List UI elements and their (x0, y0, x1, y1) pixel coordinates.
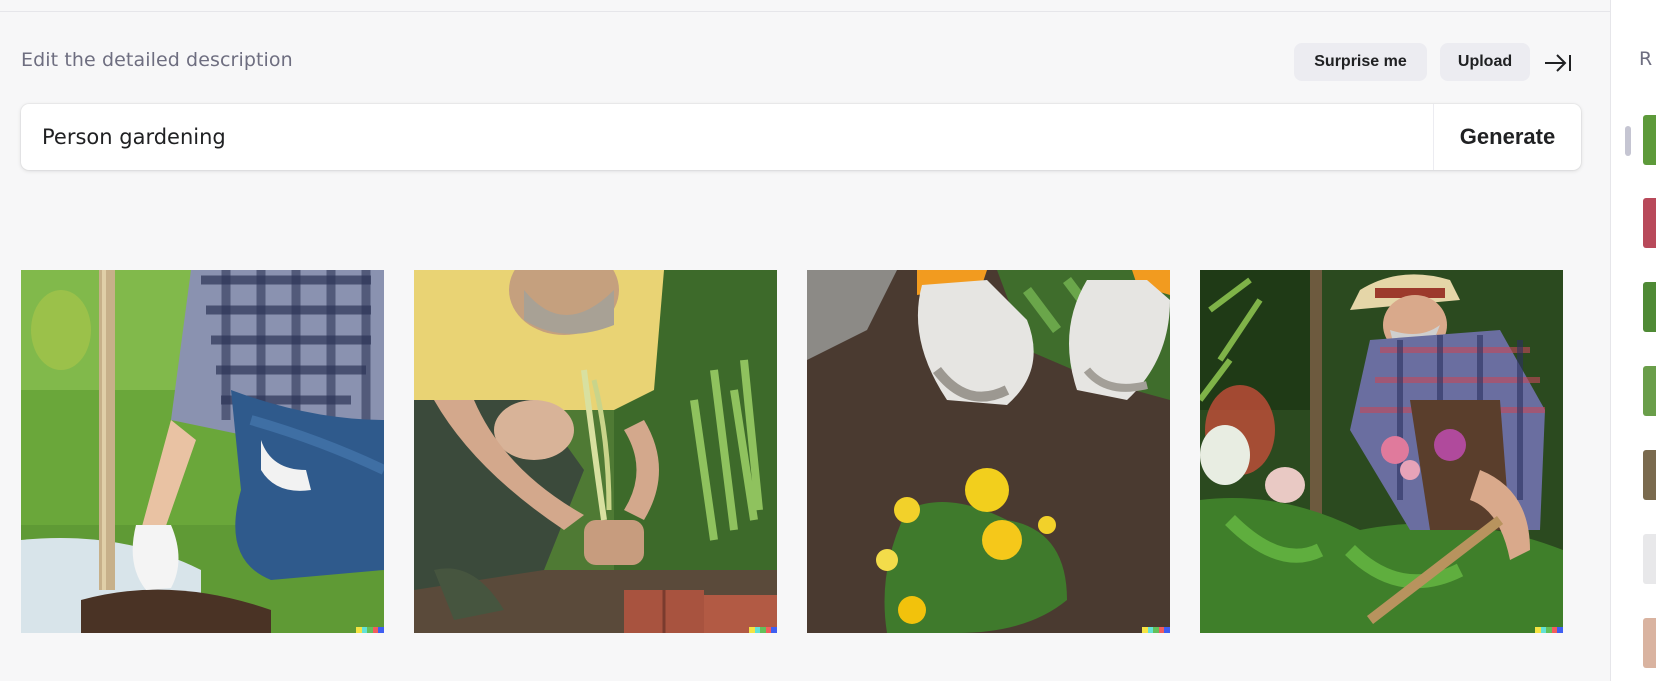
recent-history-panel: R (1610, 0, 1656, 681)
scrollbar[interactable] (1625, 126, 1631, 156)
history-thumbnail[interactable] (1643, 618, 1656, 668)
watermark-icon (749, 627, 777, 633)
history-thumbnail[interactable] (1643, 198, 1656, 248)
prompt-input[interactable] (21, 104, 1433, 170)
history-thumbnail[interactable] (1643, 366, 1656, 416)
generated-image-1[interactable] (21, 270, 384, 633)
watermark-icon (1142, 627, 1170, 633)
surprise-me-button[interactable]: Surprise me (1294, 43, 1427, 81)
history-thumbnail[interactable] (1643, 534, 1656, 584)
upload-button[interactable]: Upload (1440, 43, 1530, 81)
history-thumbnail[interactable] (1643, 115, 1656, 165)
watermark-icon (356, 627, 384, 633)
description-label: Edit the detailed description (21, 49, 293, 71)
collapse-panel-icon[interactable] (1543, 52, 1573, 74)
recent-label: R (1639, 48, 1653, 70)
generated-image-3[interactable] (807, 270, 1170, 633)
history-thumbnail[interactable] (1643, 450, 1656, 500)
generate-button[interactable]: Generate (1433, 104, 1581, 170)
top-bar (0, 0, 1610, 12)
watermark-icon (1535, 627, 1563, 633)
prompt-box: Generate (21, 104, 1581, 170)
generated-image-4[interactable] (1200, 270, 1563, 633)
generated-image-2[interactable] (414, 270, 777, 633)
main-area: Edit the detailed description Surprise m… (0, 12, 1610, 681)
history-thumbnail[interactable] (1643, 282, 1656, 332)
